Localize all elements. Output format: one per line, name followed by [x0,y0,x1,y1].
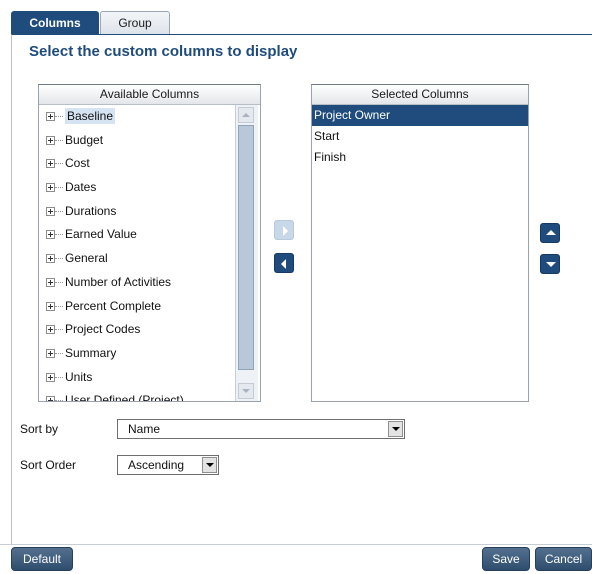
sort-by-select[interactable]: Name [117,419,405,439]
plus-box-icon[interactable] [46,183,55,193]
tab-group[interactable]: Group [100,11,170,34]
tree-item-label: Percent Complete [65,298,162,313]
arrow-down-icon [546,262,556,267]
plus-box-icon[interactable] [46,372,55,382]
arrow-up-icon [546,230,556,235]
available-columns-header: Available Columns [39,85,260,105]
plus-box-icon[interactable] [46,112,55,121]
selected-columns-header: Selected Columns [312,85,528,105]
tree-connector [55,305,63,307]
sort-order-value: Ascending [128,458,185,472]
tree-connector [55,352,63,354]
cancel-button[interactable]: Cancel [535,547,592,571]
scrollbar-thumb[interactable] [238,125,254,370]
sort-by-label: Sort by [20,422,59,436]
plus-box-icon[interactable] [46,396,55,401]
tree-item[interactable]: Summary [39,342,235,366]
tree-item[interactable]: Number of Activities [39,271,235,295]
plus-box-icon[interactable] [46,159,55,169]
tab-columns[interactable]: Columns [11,11,99,34]
move-right-button[interactable] [274,220,294,240]
customize-columns-dialog: Columns Group Select the custom columns … [0,0,592,574]
tree-item[interactable]: Units [39,366,235,390]
tree-item-label: Project Codes [65,322,141,337]
tree-item-label: Baseline [65,108,116,124]
tree-item-label: General [65,251,108,266]
tree-item-label: Summary [65,345,117,360]
sort-order-label: Sort Order [20,458,77,472]
tree-connector [55,329,63,331]
save-button[interactable]: Save [482,547,530,571]
list-item[interactable]: Start [312,126,528,147]
plus-box-icon[interactable] [46,254,55,264]
selected-columns-list: Selected Columns Project Owner Start Finis… [311,84,529,402]
list-item[interactable]: Project Owner [312,105,528,126]
selected-columns-items: Project Owner Start Finish [312,105,528,168]
page-title: Select the custom columns to display [29,43,298,60]
tree-item-label: Cost [65,156,90,171]
tree-item[interactable]: Budget [39,129,235,153]
tree-item-label: Earned Value [65,227,137,242]
tree-item[interactable]: Baseline [39,105,235,129]
tree-item-label: Dates [65,180,97,195]
plus-box-icon[interactable] [46,348,55,358]
tree-item[interactable]: Percent Complete [39,295,235,319]
plus-box-icon[interactable] [46,206,55,216]
tree-item[interactable]: Cost [39,152,235,176]
tree-item[interactable]: Project Codes [39,318,235,342]
tree-item-label: Number of Activities [65,274,172,289]
list-item[interactable]: Finish [312,147,528,168]
plus-box-icon[interactable] [46,230,55,240]
tree-connector [55,187,63,189]
available-columns-list: Available Columns Baseline Budget Cost Date… [38,84,261,402]
tree-item[interactable]: General [39,247,235,271]
tree-connector [55,400,63,401]
vertical-scrollbar[interactable] [235,105,258,401]
available-columns-tree: Baseline Budget Cost Dates Durations Earned V… [39,105,235,401]
tree-item[interactable]: User Defined (Project) [39,389,235,401]
plus-box-icon[interactable] [46,301,55,311]
tree-item[interactable]: Dates [39,176,235,200]
move-up-button[interactable] [540,223,560,243]
tree-item-label: Budget [65,132,104,147]
move-left-button[interactable] [274,253,294,273]
default-button[interactable]: Default [11,547,73,571]
tree-item[interactable]: Durations [39,200,235,224]
tree-connector [55,139,63,141]
plus-box-icon[interactable] [46,325,55,335]
tree-item-label: Durations [65,203,117,218]
sort-order-select[interactable]: Ascending [117,455,219,475]
tree-item[interactable]: Earned Value [39,223,235,247]
arrow-left-icon [281,259,286,269]
tree-item-label: User Defined (Project) [65,393,184,401]
tree-item-label: Units [65,369,93,384]
tree-connector [55,281,63,283]
tree-connector [55,234,63,236]
plus-box-icon[interactable] [46,277,55,287]
move-down-button[interactable] [540,254,560,274]
tree-connector [55,376,63,378]
arrow-right-icon [283,226,288,236]
tree-connector [55,163,63,165]
chevron-down-icon[interactable] [202,457,217,473]
plus-box-icon[interactable] [46,135,55,145]
tree-connector [55,116,63,117]
chevron-down-icon[interactable] [388,421,403,437]
tree-connector [55,258,63,260]
scroll-down-icon[interactable] [238,383,254,399]
tree-connector [55,210,63,212]
sort-by-value: Name [128,422,161,436]
scroll-up-icon[interactable] [238,107,254,123]
